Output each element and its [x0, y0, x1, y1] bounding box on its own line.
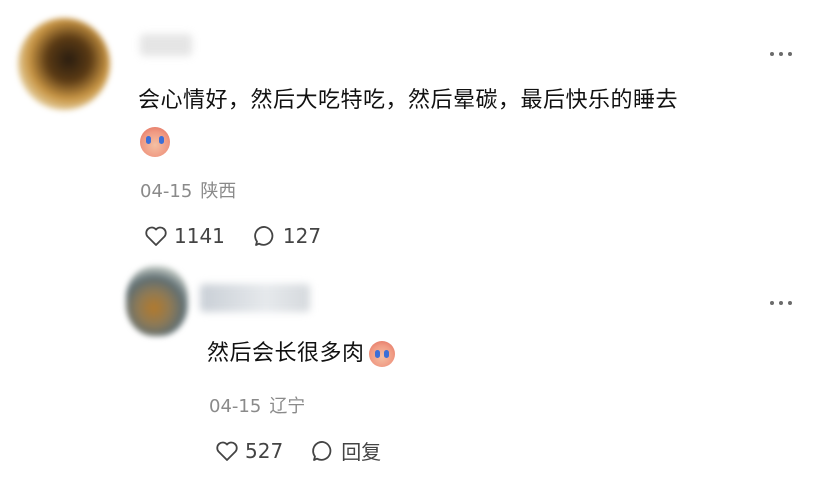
reply-actions: 527 回复 — [215, 436, 381, 465]
like-button[interactable]: 1141 — [144, 224, 225, 248]
reply-location: 辽宁 — [269, 396, 306, 417]
reply-like-count: 527 — [245, 438, 284, 463]
comment-actions: 1141 127 — [144, 224, 321, 248]
comment-date: 04-15 — [140, 181, 193, 202]
reply-count-button[interactable]: 127 — [253, 224, 321, 248]
reply-count: 127 — [282, 224, 322, 248]
avatar[interactable] — [18, 18, 110, 110]
crying-face-emoji-icon — [368, 341, 395, 367]
comment-bubble-icon — [253, 224, 277, 248]
username-blurred[interactable] — [140, 34, 192, 56]
reply-button[interactable]: 回复 — [311, 436, 381, 465]
crying-face-emoji-icon — [140, 127, 170, 157]
heart-icon — [144, 225, 168, 247]
comment-bubble-icon — [311, 439, 335, 463]
comment-location: 陕西 — [200, 181, 237, 202]
heart-icon — [215, 440, 239, 462]
reply-like-button[interactable]: 527 — [215, 439, 283, 463]
like-count: 1141 — [174, 224, 225, 248]
comment-meta: 04-15 陕西 — [140, 177, 236, 203]
reply-text-content: 然后会长很多肉 — [207, 341, 365, 366]
reply-label: 回复 — [341, 440, 382, 464]
more-options-icon[interactable] — [770, 49, 798, 59]
reply-more-options-icon[interactable] — [770, 298, 798, 308]
reply-meta: 04-15 辽宁 — [209, 392, 305, 418]
comment-text: 会心情好，然后大吃特吃，然后晕碳，最后快乐的睡去 — [138, 88, 679, 113]
reply-username-blurred[interactable] — [200, 284, 310, 312]
reply-date: 04-15 — [209, 396, 262, 417]
reply-text: 然后会长很多肉 — [207, 339, 395, 369]
reply-avatar[interactable] — [126, 266, 188, 336]
